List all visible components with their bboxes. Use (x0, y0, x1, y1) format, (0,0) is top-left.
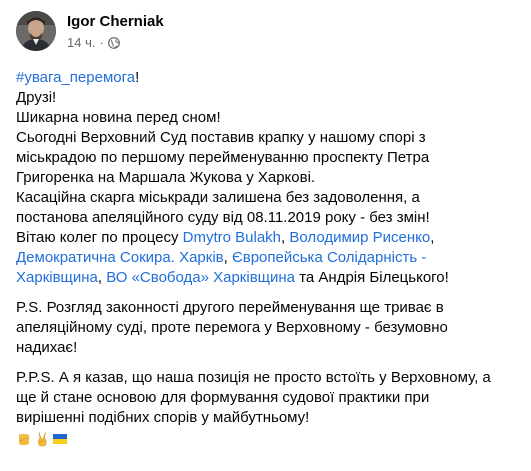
ps-paragraph: P.S. Розгляд законності другого переймен… (16, 298, 521, 358)
pps-paragraph: P.P.S. А я казав, що наша позиція не про… (16, 368, 521, 428)
hashtag-tail: ! (135, 69, 140, 86)
hashtag-line: #увага_перемога! (16, 68, 521, 88)
text-line: Шикарна новина перед сном! (16, 109, 221, 126)
text-line: P.S. Розгляд законності другого переймен… (16, 299, 444, 316)
mentions-prefix: Вітаю колег по процесу (16, 229, 183, 246)
mention-separator: , (430, 229, 435, 246)
mention-link-volodymyr-rysenko[interactable]: Володимир Рисенко (289, 229, 430, 246)
mention-separator: , (97, 269, 107, 286)
victory-hand-icon (34, 431, 50, 447)
hashtag-link[interactable]: #увага_перемога (16, 69, 135, 86)
author-avatar[interactable] (16, 11, 56, 51)
text-line: ще й стане основою для формування судово… (16, 389, 430, 406)
text-line: вирішенні подібних спорів у майбутньому! (16, 409, 310, 426)
text-line: Друзі! (16, 89, 57, 106)
main-paragraph: #увага_перемога! Друзі! Шикарна новина п… (16, 68, 521, 288)
post-time[interactable]: 14 ч. (67, 35, 95, 51)
mention-link-svoboda[interactable]: ВО «Свобода» Харківщина (106, 269, 295, 286)
mentions-line: Харківщина, ВО «Свобода» Харківщина та А… (16, 268, 521, 288)
post-meta: 14 ч. · (67, 35, 120, 51)
globe-icon[interactable] (107, 37, 120, 49)
mentions-line: Демократична Сокира. Харків, Європейська… (16, 248, 521, 268)
ukraine-flag-icon (52, 431, 68, 447)
text-line: апеляційному суді, проте перемога у Верх… (16, 319, 448, 336)
text-line: P.P.S. А я казав, що наша позиція не про… (16, 369, 491, 386)
mention-link-european-solidarity[interactable]: Європейська Солідарність - (232, 249, 426, 266)
mention-separator: , (223, 249, 232, 266)
mentions-tail: та Андрія Білецького! (295, 269, 449, 286)
mention-link-democratic-axe[interactable]: Демократична Сокира. Харків (16, 249, 224, 266)
text-line: Сьогодні Верховний Суд поставив крапку у… (16, 129, 426, 146)
mention-link-dmytro-bulakh[interactable]: Dmytro Bulakh (183, 229, 281, 246)
facebook-post: Igor Cherniak 14 ч. · #увага_перемога! Д… (0, 0, 531, 471)
mentions-line: Вітаю колег по процесу Dmytro Bulakh, Во… (16, 228, 521, 248)
text-line: надихає! (16, 339, 78, 356)
post-content: #увага_перемога! Друзі! Шикарна новина п… (16, 68, 521, 448)
raised-fist-icon (16, 431, 32, 447)
text-line: Касаційна скарга міськради залишена без … (16, 189, 420, 206)
mention-link-kharkivshchyna[interactable]: Харківщина (16, 269, 98, 286)
author-name[interactable]: Igor Cherniak (67, 13, 164, 31)
meta-separator: · (99, 35, 104, 50)
text-line: Григоренка на Маршала Жукова у Харкові. (16, 169, 316, 186)
text-line: постанова апеляційного суду від 08.11.20… (16, 209, 430, 226)
emoji-row (16, 430, 521, 448)
avatar-photo (16, 11, 56, 51)
text-line: міськрадою по першому перейменуванню про… (16, 149, 430, 166)
